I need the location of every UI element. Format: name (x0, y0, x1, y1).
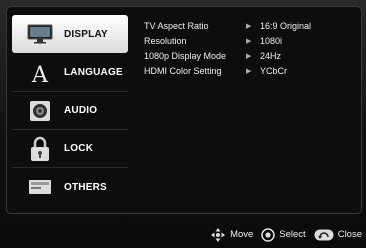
setting-name: 1080p Display Mode (144, 50, 227, 61)
setting-value: 16:9 Original (260, 20, 312, 31)
move-icon (211, 227, 226, 242)
svg-text:A: A (31, 63, 49, 85)
sidebar-item-label: AUDIO (64, 105, 98, 116)
setting-value: 24Hz (260, 50, 282, 61)
setting-value: 1080i (260, 35, 283, 46)
sidebar-item-label: OTHERS (64, 181, 107, 193)
arrow-right-icon: ▶ (246, 67, 252, 75)
select-icon (261, 227, 276, 242)
setting-name: HDMI Color Setting (144, 65, 222, 76)
select-hint: Select (261, 227, 306, 242)
setting-row-hdmi-color-setting[interactable]: HDMI Color Setting ▶ YCbCr (144, 63, 358, 78)
close-hint: Close (314, 229, 362, 241)
sidebar-item-language[interactable]: A LANGUAGE (12, 54, 128, 92)
sidebar-item-lock[interactable]: LOCK (12, 130, 128, 168)
setting-row-tv-aspect-ratio[interactable]: TV Aspect Ratio ▶ 16:9 Original (144, 18, 358, 33)
arrow-right-icon: ▶ (246, 37, 252, 45)
button-hints: Move Select Close (0, 221, 366, 248)
move-hint: Move (210, 227, 253, 243)
select-label: Select (279, 229, 306, 240)
setting-name: Resolution (144, 35, 187, 46)
setup-sidebar: DISPLAY A LANGUAGE AUDIO LOCK OTHERS (12, 13, 128, 211)
sidebar-item-audio[interactable]: AUDIO (12, 92, 128, 130)
sidebar-item-display[interactable]: DISPLAY (12, 15, 128, 53)
sidebar-item-others[interactable]: OTHERS (12, 168, 128, 206)
arrow-right-icon: ▶ (246, 22, 252, 30)
setting-name: TV Aspect Ratio (144, 20, 209, 31)
audio-icon (24, 97, 56, 125)
settings-list: TV Aspect Ratio ▶ 16:9 Original Resoluti… (144, 18, 358, 78)
setting-row-1080p-display-mode[interactable]: 1080p Display Mode ▶ 24Hz (144, 48, 358, 63)
sidebar-item-label: LOCK (64, 143, 94, 154)
close-label: Close (337, 229, 362, 240)
sidebar-item-label: DISPLAY (64, 28, 108, 40)
lock-icon (24, 135, 56, 163)
setting-value: YCbCr (260, 65, 288, 76)
arrow-right-icon: ▶ (246, 52, 252, 60)
display-icon (24, 20, 56, 48)
return-icon (314, 229, 334, 240)
language-icon: A (24, 59, 56, 87)
others-icon (24, 173, 56, 201)
sidebar-item-label: LANGUAGE (64, 67, 123, 78)
setting-row-resolution[interactable]: Resolution ▶ 1080i (144, 33, 358, 48)
move-label: Move (230, 229, 254, 240)
